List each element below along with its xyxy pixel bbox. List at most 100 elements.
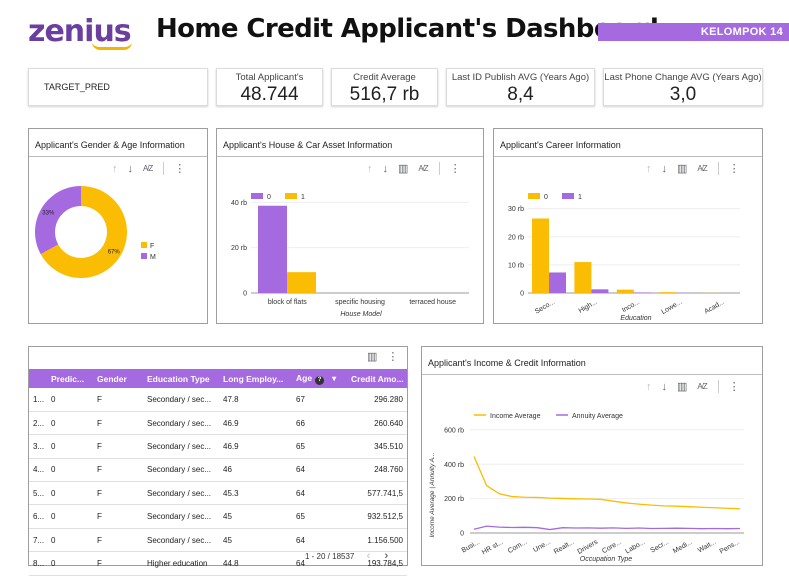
x-tick-label: terraced house [409,299,456,306]
column-header[interactable]: Gender [93,369,143,388]
more-vert-icon[interactable]: ⋮ [387,350,398,363]
sort-desc-icon[interactable]: ▾ [332,374,336,383]
table-cell: Secondary / sec... [143,505,219,528]
kpi-last-phone-change: Last Phone Change AVG (Years Ago) 3,0 [603,68,763,106]
x-tick-label: Medi... [672,539,694,556]
bar-1-0 [287,272,316,293]
table-row[interactable]: 2...0FSecondary / sec...46.966260.640 [29,411,407,434]
table-cell: 260.640 [347,411,407,434]
y-tick-label: 400 rb [444,462,464,469]
legend-label-1: 1 [578,194,582,201]
y-tick-label: 0 [520,291,524,298]
sort-up-icon[interactable]: ↑ [646,381,652,393]
chevron-right-icon[interactable]: › [385,550,389,562]
table-cell: 64 [292,528,347,551]
table-cell: 65 [292,435,347,458]
table-row[interactable]: 4...0FSecondary / sec...4664248.760 [29,458,407,481]
table-cell: 345.510 [347,435,407,458]
career-xlabel: Education [620,315,651,322]
table-row[interactable]: 6...0FSecondary / sec...4565932.512,5 [29,505,407,528]
table-cell: 0 [47,388,93,411]
gender-donut-chart: 67%33% F M [29,163,207,323]
kpi-credit-average: Credit Average 516,7 rb [331,68,438,106]
table-cell: 0 [47,505,93,528]
table-row[interactable]: 3...0FSecondary / sec...46.965345.510 [29,435,407,458]
logo-swoosh [92,42,132,50]
legend-swatch-1 [285,193,297,199]
kpi-value: 3,0 [604,84,762,106]
drill-icon[interactable]: ▥ [677,380,687,393]
y-tick-label: 10 rb [508,262,524,269]
table-cell: 45 [219,528,292,551]
legend-swatch-m [141,253,147,259]
line-annuity-average [474,526,740,529]
x-tick-label: Une... [532,539,552,554]
table-cell: 577.741,5 [347,482,407,505]
table-cell: 64 [292,458,347,481]
table-row[interactable]: 7...0FSecondary / sec...45641.156.500 [29,528,407,551]
drill-icon[interactable]: ▥ [367,350,377,363]
chart-toolbar: ↑ ↓ ▥ A̸Z ⋮ [646,380,740,393]
table-row[interactable]: 5...0FSecondary / sec...45.364577.741,5 [29,482,407,505]
more-vert-icon[interactable]: ⋮ [729,380,740,393]
table-cell: Secondary / sec... [143,528,219,551]
legend-label-1: 1 [301,194,305,201]
table-row[interactable]: 1...0FSecondary / sec...47.867296.280 [29,388,407,411]
column-header[interactable]: Long Employ... [219,369,292,388]
y-tick-label: 200 rb [444,496,464,503]
table-cell: 0 [47,435,93,458]
table-cell: F [93,505,143,528]
table-cell: 296.280 [347,388,407,411]
y-tick-label: 600 rb [444,427,464,434]
kpi-label: Last ID Publish AVG (Years Ago) [447,72,594,83]
kpi-label: Total Applicant's [217,72,322,83]
table-cell: F [93,528,143,551]
donut-data-label: 67% [108,249,121,255]
column-header[interactable]: Education Type [143,369,219,388]
table-cell: Secondary / sec... [143,388,219,411]
career-bar-chart: 0 1 010 rb20 rb30 rbSeco...High...Inco..… [494,163,762,323]
donut-group: 67%33% [35,186,127,278]
table-cell: 44.8 [219,552,292,575]
table-cell: 5... [29,482,47,505]
table-cell: 46.9 [219,411,292,434]
house-xlabel: House Model [340,311,382,318]
table-cell: F [93,435,143,458]
table-cell: 0 [47,528,93,551]
x-tick-label: Labo... [624,539,646,556]
table-cell: 65 [292,505,347,528]
kpi-value: 48.744 [217,84,322,106]
pagination-range: 1 - 20 / 18537 [305,552,354,561]
house-plot: 020 rb40 rbblock of flatsspecific housin… [231,200,469,306]
legend-swatch-0 [528,193,540,199]
career-panel: Applicant's Career Information ↑ ↓ ▥ A̸Z… [493,128,763,324]
panel-title: Applicant's Gender & Age Information [35,140,185,150]
table-cell: 7... [29,528,47,551]
table-cell: 4... [29,458,47,481]
income-credit-panel: Applicant's Income & Credit Information … [421,346,763,566]
legend-label-0: 0 [267,194,271,201]
panel-title: Applicant's House & Car Asset Informatio… [223,140,392,150]
column-header[interactable]: Predic... [47,369,93,388]
house-car-panel: Applicant's House & Car Asset Informatio… [216,128,484,324]
column-header[interactable]: Credit Amo... [347,369,407,388]
x-tick-label: Core... [601,539,623,556]
y-tick-label: 20 rb [508,234,524,241]
sort-down-icon[interactable]: ↓ [662,381,668,393]
chevron-left-icon[interactable]: ‹ [367,550,371,562]
y-tick-label: 0 [460,531,464,538]
column-header[interactable] [29,369,47,388]
target-pred-filter[interactable]: TARGET_PRED [28,68,208,106]
sort-az-icon[interactable]: A̸Z [697,382,707,391]
table-cell: 46.9 [219,435,292,458]
table-cell: Higher education [143,552,219,575]
bar-0-1 [574,262,591,293]
filter-label: TARGET_PRED [44,82,110,92]
table-cell: 45.3 [219,482,292,505]
table-cell: 1... [29,388,47,411]
help-icon[interactable]: ? [315,376,324,385]
gender-age-panel: Applicant's Gender & Age Information ↑ ↓… [28,128,208,324]
column-header[interactable]: Age?▾ [292,369,347,388]
table-cell: 6... [29,505,47,528]
table-cell: 66 [292,411,347,434]
